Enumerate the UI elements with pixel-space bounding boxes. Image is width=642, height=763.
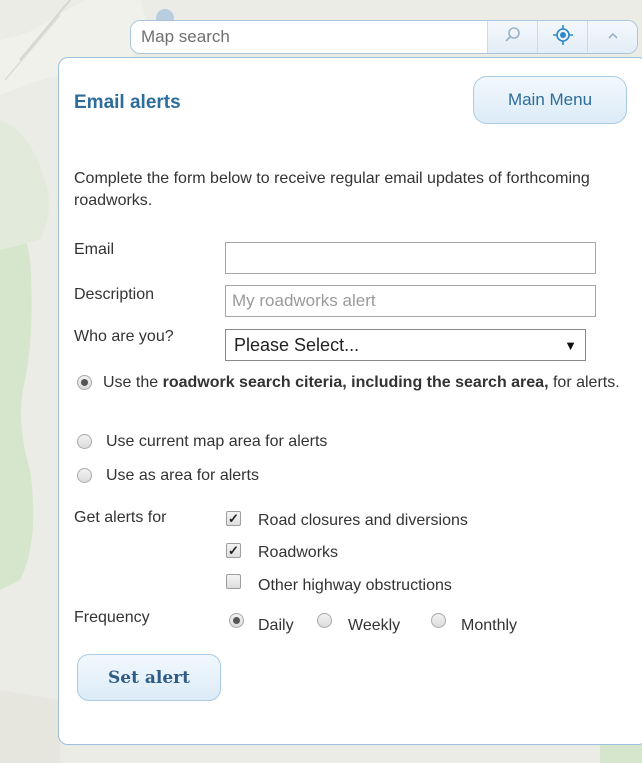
- frequency-label: Frequency: [74, 609, 150, 626]
- search-button[interactable]: [487, 21, 537, 53]
- frequency-monthly-radio[interactable]: [431, 613, 446, 628]
- frequency-weekly-label: Weekly: [348, 617, 401, 634]
- area-as-area-label: Use as area for alerts: [106, 467, 259, 484]
- who-select[interactable]: Please Select... ▼: [225, 329, 586, 361]
- panel-title: Email alerts: [74, 92, 181, 113]
- alert-road-closures-checkbox[interactable]: ✓: [226, 511, 241, 526]
- locate-button[interactable]: [537, 21, 587, 53]
- alert-obstructions-label: Other highway obstructions: [258, 577, 452, 594]
- alert-road-closures-label: Road closures and diversions: [258, 512, 468, 529]
- description-field[interactable]: [225, 285, 596, 317]
- description-label: Description: [74, 286, 155, 303]
- dropdown-arrow-icon: ▼: [564, 337, 577, 353]
- frequency-daily-radio[interactable]: [229, 613, 244, 628]
- collapse-button[interactable]: [587, 21, 637, 53]
- map-search-bar: [130, 20, 638, 54]
- area-current-map-radio[interactable]: [77, 434, 92, 449]
- who-label: Who are you?: [74, 328, 174, 345]
- area-current-map-label: Use current map area for alerts: [106, 433, 328, 450]
- area-search-option-label: Use the roadwork search citeria, includi…: [103, 374, 620, 391]
- area-as-area-radio[interactable]: [77, 468, 92, 483]
- set-alert-button[interactable]: Set alert: [77, 654, 221, 701]
- intro-text: Complete the form below to receive regul…: [74, 170, 590, 209]
- map-search-input[interactable]: [131, 21, 487, 53]
- alert-obstructions-checkbox[interactable]: [226, 574, 241, 589]
- email-alerts-panel: Email alerts Main Menu Complete the form…: [58, 57, 642, 745]
- frequency-monthly-label: Monthly: [461, 617, 518, 634]
- search-icon: [504, 26, 522, 49]
- frequency-weekly-radio[interactable]: [317, 613, 332, 628]
- alert-roadworks-checkbox[interactable]: ✓: [226, 543, 241, 558]
- email-label: Email: [74, 241, 115, 258]
- alerts-label: Get alerts for: [74, 509, 167, 526]
- who-select-value: Please Select...: [234, 334, 360, 355]
- locate-icon: [552, 24, 574, 51]
- chevron-up-icon: [606, 28, 620, 46]
- email-field[interactable]: [225, 242, 596, 274]
- frequency-daily-label: Daily: [258, 617, 294, 634]
- alert-roadworks-label: Roadworks: [258, 544, 339, 561]
- main-menu-button[interactable]: Main Menu: [473, 76, 627, 124]
